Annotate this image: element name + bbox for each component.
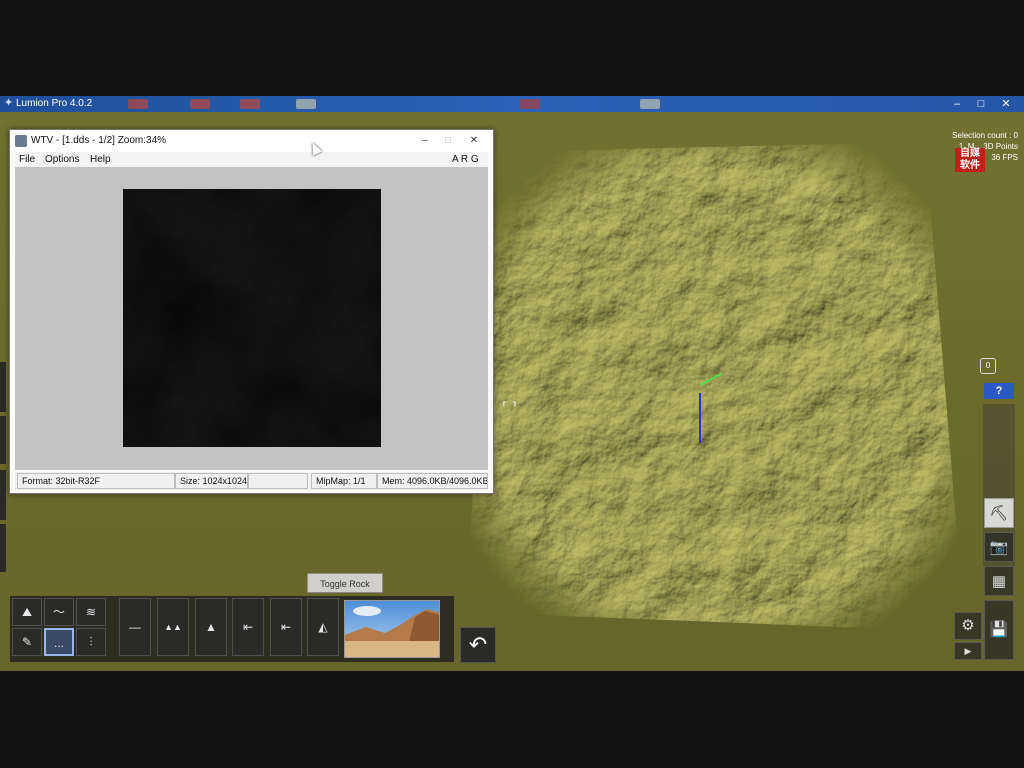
photo-mode-button[interactable]: 📷 xyxy=(984,532,1014,562)
movie-mode-button[interactable]: ▦ xyxy=(984,566,1014,596)
wtv-maximize-button[interactable]: □ xyxy=(436,130,460,152)
wtv-statusbar: Format: 32bit-R32F Size: 1024x1024 MipMa… xyxy=(15,472,488,490)
status-size: Size: 1024x1024 xyxy=(175,473,248,489)
selection-count-label: Selection count : 0 xyxy=(952,131,1018,140)
grass-button[interactable]: ⫶ xyxy=(76,628,106,656)
left-edge-tab[interactable] xyxy=(0,470,6,520)
app-close-button[interactable]: ✕ xyxy=(995,96,1017,112)
flatten-button[interactable]: — xyxy=(119,598,151,656)
toggle-rock-tooltip: Toggle Rock xyxy=(307,573,383,593)
film-icon: ▦ xyxy=(991,573,1007,590)
letterbox-top xyxy=(0,0,1024,96)
import-icon: ⇤ xyxy=(242,620,254,634)
status-mipmap: MipMap: 1/1 xyxy=(311,473,377,489)
floppy-icon: 💾 xyxy=(989,621,1009,638)
grass-icon: ⫶ xyxy=(89,635,93,649)
taskbar-item xyxy=(640,99,660,109)
camera-icon: 📷 xyxy=(989,539,1009,556)
terrain-mesh xyxy=(465,142,965,632)
app-titlebar: ✦ Lumion Pro 4.0.2 – □ ✕ xyxy=(0,96,1024,112)
wtv-app-icon xyxy=(15,135,27,147)
export-icon: ⇤ xyxy=(280,620,292,634)
app-minimize-button[interactable]: – xyxy=(946,96,968,112)
landscape-mode-button[interactable]: ⛏ xyxy=(984,498,1014,528)
flatten-icon: — xyxy=(129,620,141,634)
brush-icon: ✎ xyxy=(21,635,33,649)
rock-icon: ◭ xyxy=(318,620,328,634)
app-title: Lumion Pro 4.0.2 xyxy=(16,98,93,109)
undo-button[interactable]: ↶ xyxy=(460,627,496,663)
left-edge-tab[interactable] xyxy=(0,416,6,464)
wtv-minimize-button[interactable]: – xyxy=(413,130,437,152)
save-button[interactable]: 💾 xyxy=(984,600,1014,660)
menu-help[interactable]: Help xyxy=(90,152,111,167)
menu-options[interactable]: Options xyxy=(45,152,79,167)
app-maximize-button[interactable]: □ xyxy=(970,96,992,112)
left-edge-tab[interactable] xyxy=(0,362,6,412)
raise-terrain-button[interactable]: ⛰ xyxy=(12,598,42,626)
brush-button[interactable]: ✎ xyxy=(12,628,42,656)
status-format: Format: 32bit-R32F xyxy=(17,473,175,489)
import-heightmap-button[interactable]: ⇤ xyxy=(232,598,264,656)
export-heightmap-button[interactable]: ⇤ xyxy=(270,598,302,656)
hills-icon: ▲▲ xyxy=(164,622,182,632)
wtv-close-button[interactable]: ✕ xyxy=(462,130,486,152)
help-button[interactable]: ? xyxy=(984,383,1014,399)
more-icon: ... xyxy=(53,636,64,650)
taskbar-item xyxy=(520,99,540,109)
wtv-title: WTV - [1.dds - 1/2] Zoom:34% xyxy=(31,135,167,146)
wtv-viewer-window[interactable]: WTV - [1.dds - 1/2] Zoom:34% – □ ✕ File … xyxy=(9,129,494,494)
left-edge-tab[interactable] xyxy=(0,524,6,572)
water-button[interactable]: ≋ xyxy=(76,598,106,626)
wave-icon: 〜 xyxy=(52,605,65,619)
heightmap-image xyxy=(123,189,381,447)
landscape-preview-thumbnail[interactable] xyxy=(344,600,440,658)
taskbar-item xyxy=(128,99,148,109)
play-icon: ▶ xyxy=(964,646,972,656)
wtv-titlebar[interactable]: WTV - [1.dds - 1/2] Zoom:34% – □ ✕ xyxy=(10,130,493,152)
gear-icon: ⚙ xyxy=(961,617,975,634)
watermark-logo: 自媒 软件 xyxy=(955,148,985,172)
undo-icon: ↶ xyxy=(468,632,488,657)
letterbox-bottom xyxy=(0,671,1024,768)
play-button[interactable]: ▶ xyxy=(954,642,982,660)
mountain-icon: ▲ xyxy=(205,620,217,634)
gizmo-y-axis xyxy=(699,393,701,443)
raise-terrain-icon: ⛰ xyxy=(21,605,33,619)
status-memory: Mem: 4096.0KB/4096.0KB xyxy=(377,473,488,489)
water-icon: ≋ xyxy=(85,605,97,619)
taskbar-item xyxy=(190,99,210,109)
hills-button[interactable]: ▲▲ xyxy=(157,598,189,656)
digger-icon: ⛏ xyxy=(989,505,1009,522)
lumion-logo-icon: ✦ xyxy=(3,97,14,109)
focus-bracket-icon: ⸢ ⸣ xyxy=(502,399,517,415)
settings-button[interactable]: ⚙ xyxy=(954,612,982,640)
taskbar-item xyxy=(296,99,316,109)
more-button[interactable]: ... xyxy=(44,628,74,656)
wtv-menubar: File Options Help A R G B xyxy=(15,152,488,180)
taskbar-item xyxy=(240,99,260,109)
wtv-canvas xyxy=(15,167,488,470)
menu-file[interactable]: File xyxy=(19,152,35,167)
desert-scene-image xyxy=(345,601,439,657)
o-badge[interactable]: 0 xyxy=(980,358,996,374)
mountain-button[interactable]: ▲ xyxy=(195,598,227,656)
status-blank xyxy=(248,473,308,489)
wave-button[interactable]: 〜 xyxy=(44,598,74,626)
toggle-rock-button[interactable]: ◭ xyxy=(307,598,339,656)
